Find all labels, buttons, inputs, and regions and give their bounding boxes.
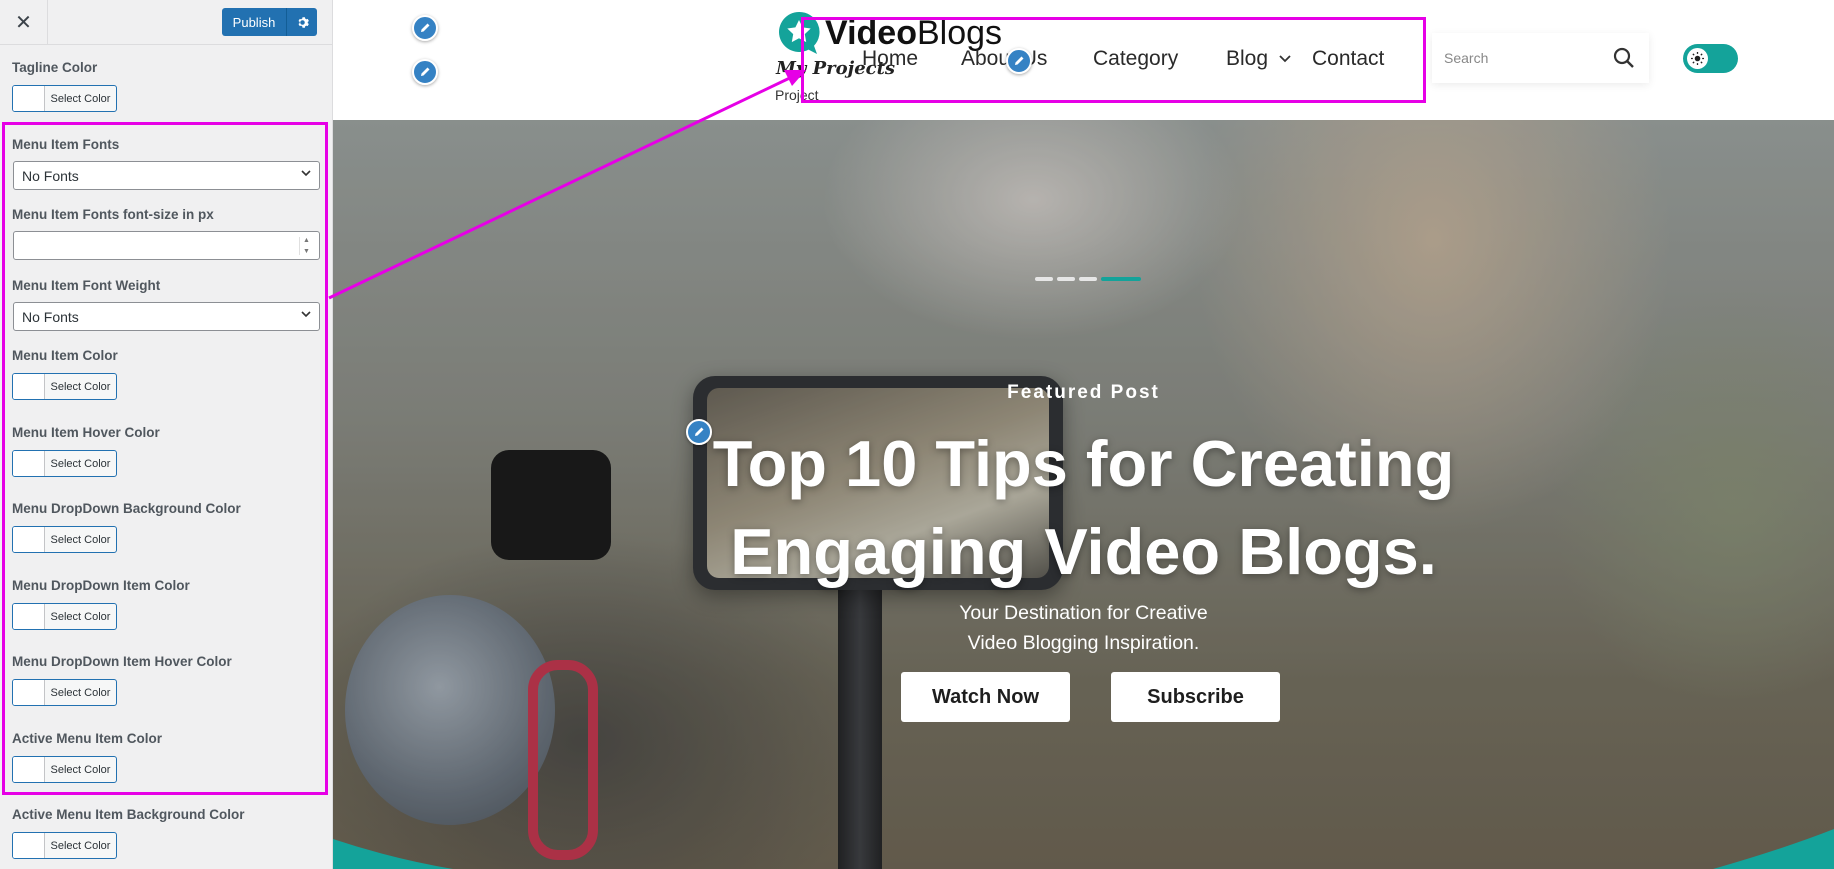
menu-dropdown-bg-color-label: Menu DropDown Background Color	[12, 501, 241, 516]
menu-dropdown-item-color-button[interactable]: Select Color	[12, 603, 117, 630]
hero-subtitle-line: Your Destination for Creative	[959, 602, 1208, 624]
select-color-label: Select Color	[50, 533, 111, 546]
hero-slider: Featured Post Top 10 Tips for Creating E…	[333, 120, 1834, 869]
nav-contact[interactable]: Contact	[1312, 47, 1384, 71]
menu-item-fonts-label: Menu Item Fonts	[12, 137, 120, 152]
color-swatch	[13, 451, 45, 476]
pencil-icon	[421, 23, 430, 32]
tagline-color-label: Tagline Color	[12, 60, 98, 75]
menu-item-color-label: Menu Item Color	[12, 348, 118, 363]
select-color-label: Select Color	[50, 763, 111, 776]
search-input[interactable]: Search	[1432, 33, 1649, 83]
search-placeholder: Search	[1444, 50, 1489, 66]
menu-item-font-weight-select[interactable]: No Fonts	[13, 302, 320, 331]
subscribe-button[interactable]: Subscribe	[1111, 672, 1280, 722]
theme-toggle[interactable]	[1683, 44, 1738, 73]
color-swatch	[13, 604, 45, 629]
close-icon[interactable]: ✕	[0, 0, 48, 44]
select-color-label: Select Color	[50, 610, 111, 623]
nav-about-us[interactable]: About Us	[961, 47, 1047, 71]
menu-item-fonts-select[interactable]: No Fonts	[13, 161, 320, 190]
menu-item-hover-color-button[interactable]: Select Color	[12, 450, 117, 477]
hero-title-line: Engaging Video Blogs.	[730, 515, 1437, 588]
active-menu-item-bg-color-label: Active Menu Item Background Color	[12, 807, 245, 822]
menu-item-font-size-input[interactable]: ▲ ▼	[13, 231, 320, 260]
color-swatch	[13, 833, 45, 858]
slider-dot[interactable]	[1035, 277, 1053, 281]
chevron-down-icon	[301, 170, 311, 177]
menu-item-font-weight-label: Menu Item Font Weight	[12, 278, 161, 293]
slider-dot[interactable]	[1079, 277, 1097, 281]
hero-wave	[333, 829, 1834, 869]
menu-dropdown-item-hover-color-button[interactable]: Select Color	[12, 679, 117, 706]
pencil-icon	[1015, 56, 1024, 65]
menu-dropdown-item-color-label: Menu DropDown Item Color	[12, 578, 190, 593]
hero-subtitle-line: Video Blogging Inspiration.	[967, 632, 1200, 654]
edit-shortcut-hero[interactable]	[686, 419, 712, 445]
menu-item-hover-color-label: Menu Item Hover Color	[12, 425, 160, 440]
chevron-down-icon[interactable]	[1278, 53, 1292, 65]
select-color-label: Select Color	[50, 839, 111, 852]
search-icon[interactable]	[1613, 47, 1635, 69]
hero-title[interactable]: Top 10 Tips for Creating Engaging Video …	[333, 420, 1834, 596]
pencil-icon	[421, 67, 430, 76]
slider-dots	[1035, 277, 1141, 281]
slider-dot[interactable]	[1057, 277, 1075, 281]
customizer-sidebar: ✕ Publish Tagline Color Select Color Men…	[0, 0, 333, 869]
nav-category[interactable]: Category	[1093, 47, 1178, 71]
hero-eyebrow: Featured Post	[1007, 382, 1160, 403]
active-menu-item-bg-color-button[interactable]: Select Color	[12, 832, 117, 859]
menu-item-font-size-label: Menu Item Fonts font-size in px	[12, 207, 214, 222]
color-swatch	[13, 757, 45, 782]
color-swatch	[13, 680, 45, 705]
pencil-icon	[695, 427, 704, 436]
edit-shortcut-menu[interactable]	[1006, 48, 1032, 74]
sun-icon	[1687, 48, 1708, 69]
site-tagline-sub: Project	[775, 87, 819, 103]
select-color-label: Select Color	[50, 92, 111, 105]
nav-blog[interactable]: Blog	[1226, 47, 1268, 71]
menu-dropdown-item-hover-color-label: Menu DropDown Item Hover Color	[12, 654, 232, 669]
select-color-label: Select Color	[50, 686, 111, 699]
hero-subtitle: Your Destination for Creative Video Blog…	[333, 598, 1834, 658]
watch-now-button[interactable]: Watch Now	[901, 672, 1070, 722]
chevron-down-icon	[301, 311, 311, 318]
color-swatch	[13, 374, 45, 399]
select-value: No Fonts	[22, 308, 79, 325]
edit-shortcut-tagline[interactable]	[412, 59, 438, 85]
site-header: VideoBlogs My Projects Project Home Abou…	[333, 0, 1834, 120]
slider-dot-active[interactable]	[1101, 277, 1141, 281]
menu-dropdown-bg-color-button[interactable]: Select Color	[12, 526, 117, 553]
color-swatch	[13, 86, 45, 111]
hero-title-line: Top 10 Tips for Creating	[712, 427, 1455, 500]
menu-item-color-button[interactable]: Select Color	[12, 373, 117, 400]
select-color-label: Select Color	[50, 380, 111, 393]
gear-icon[interactable]	[286, 8, 317, 36]
select-value: No Fonts	[22, 167, 79, 184]
select-color-label: Select Color	[50, 457, 111, 470]
active-menu-item-color-button[interactable]: Select Color	[12, 756, 117, 783]
active-menu-item-color-label: Active Menu Item Color	[12, 731, 163, 746]
edit-shortcut-logo[interactable]	[412, 15, 438, 41]
tagline-color-button[interactable]: Select Color	[12, 85, 117, 112]
logo-star-icon	[779, 11, 820, 55]
publish-button[interactable]: Publish	[222, 8, 286, 36]
number-spinner[interactable]: ▲ ▼	[299, 237, 313, 255]
customizer-header: ✕ Publish	[0, 0, 332, 45]
color-swatch	[13, 527, 45, 552]
publish-group: Publish	[222, 8, 317, 36]
nav-home[interactable]: Home	[862, 47, 918, 71]
